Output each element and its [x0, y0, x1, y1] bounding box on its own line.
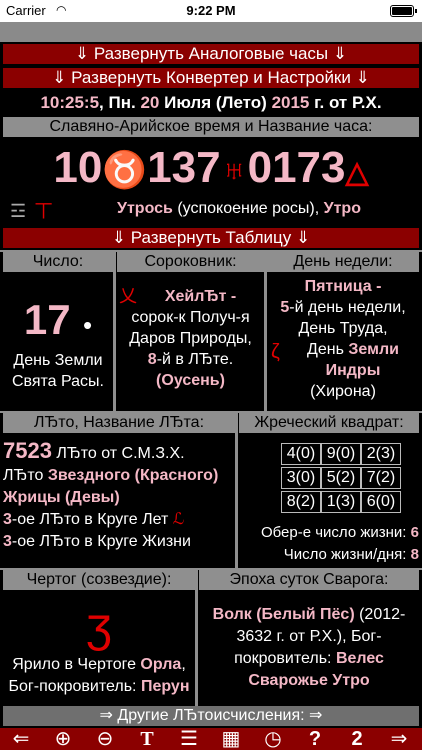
square-cell: 7(2)	[361, 467, 401, 489]
slavic-time-heading: Славяно-Арийское время и Название часа:	[3, 117, 419, 137]
epoch-block: Волк (Белый Пёс) (2012- 3632 г. от Р.Х.)…	[212, 606, 406, 689]
gregorian-date: 10:25:5, Пн. 20 Июля (Лето) 2015 г. от Р…	[3, 92, 419, 114]
leto-heading: ЛЂто, Название ЛЂта:	[3, 413, 235, 433]
sorok-heading: Сороковник:	[117, 252, 264, 272]
square-cell: 4(0)	[281, 443, 321, 465]
sorok-rune-icon: 乂	[119, 286, 137, 306]
square-cell: 2(3)	[361, 443, 401, 465]
day-number-block: 17 • День Земли Свята Расы.	[11, 296, 104, 390]
expand-analog-clock-button[interactable]: ⇓ Развернуть Аналоговые часы ⇓	[3, 44, 419, 64]
square-cell: 6(0)	[361, 491, 401, 513]
square-cell: 1(3)	[321, 491, 361, 513]
square-cell: 8(2)	[281, 491, 321, 513]
square-cell: 3(0)	[281, 467, 321, 489]
square-cell: 5(2)	[321, 467, 361, 489]
status-time: 9:22 PM	[186, 3, 236, 18]
top-gap	[0, 22, 422, 42]
zoom-in-icon[interactable]: ⊕	[42, 728, 84, 750]
slavic-time-display: 10♉137♅0173△	[53, 143, 369, 192]
other-calendars-button[interactable]: ⇒ Другие ЛЂтоисчисления: ⇒	[3, 706, 419, 726]
weekday-rune-icon: ζ	[271, 341, 280, 363]
clock-icon[interactable]: ◷	[252, 728, 294, 750]
help-icon[interactable]: ?	[294, 728, 336, 750]
epoch-heading: Эпоха суток Сварога:	[199, 570, 419, 590]
hexagram-icon: ☲	[10, 201, 27, 221]
leto-block: 7523 ЛЂто от С.М.З.Х. ЛЂто Звездного (Кр…	[3, 438, 219, 551]
hour-name: ☲ 丅 Утрось (успокоение росы), Утро	[10, 200, 361, 221]
bottom-toolbar: ⇐ ⊕ ⊖ T ☰ ▦ ◷ ? 2 ⇒	[0, 728, 422, 750]
page-number-button[interactable]: 2	[336, 728, 378, 750]
forward-icon[interactable]: ⇒	[378, 728, 420, 750]
weekday-block: Пятница - 5-й день недели, День Труда, Д…	[271, 278, 406, 400]
weekday-heading: День недели:	[267, 252, 419, 272]
rune-icon: 丅	[34, 201, 53, 221]
life-numbers: Обер-е число жизни: 6 Число жизни/дня: 8	[260, 524, 419, 563]
sorok-block: 乂 ХейлЂт - сорок-к Получ-я Даров Природы…	[119, 286, 252, 389]
square-cell: 9(0)	[321, 443, 361, 465]
battery-icon	[390, 5, 417, 17]
chertog-heading: Чертог (созвездие):	[3, 570, 195, 590]
expand-converter-button[interactable]: ⇓ Развернуть Конвертер и Настройки ⇓	[3, 68, 419, 88]
back-icon[interactable]: ⇐	[0, 728, 42, 750]
menu-icon[interactable]: ☰	[168, 728, 210, 750]
chertog-block: ʒ Ярило в Чертоге Орла, Бог-покровитель:…	[3, 598, 195, 698]
text-icon[interactable]: T	[126, 728, 168, 750]
square-heading: Жреческий квадрат:	[239, 413, 419, 433]
number-heading: Число:	[3, 252, 113, 272]
zoom-out-icon[interactable]: ⊖	[84, 728, 126, 750]
expand-table-button[interactable]: ⇓ Развернуть Таблицу ⇓	[3, 228, 419, 248]
circle-rune-icon: ℒ	[172, 511, 185, 528]
status-bar: Carrier ◠ 9:22 PM	[0, 0, 422, 22]
chertog-rune-icon: ʒ	[85, 599, 113, 652]
grid-icon[interactable]: ▦	[210, 728, 252, 750]
